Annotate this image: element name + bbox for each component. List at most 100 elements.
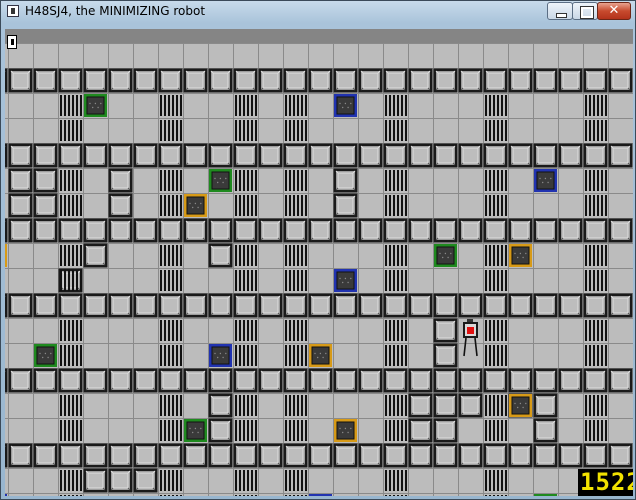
wall-block [8,218,33,243]
title-bar[interactable]: H48SJ4, the MINIMIZING robot ✕ [1,1,635,23]
target-blue [309,494,332,496]
wall-block [508,218,533,243]
target-blue [209,344,232,367]
wall-block [583,218,608,243]
game-viewport[interactable]: 1522 [5,29,633,496]
wall-block [458,218,483,243]
wall-block [183,443,208,468]
target-green [534,494,557,496]
target-blue [5,494,7,496]
wall-block [158,368,183,393]
wall-block [133,218,158,243]
wall-block [283,368,308,393]
wall-block [133,368,158,393]
wall-block [358,368,383,393]
target-blue [534,169,557,192]
wall-block [258,443,283,468]
wall-block [5,443,8,468]
wall-block [583,293,608,318]
wall-block [483,368,508,393]
wall-block [358,293,383,318]
wall-block [208,68,233,93]
wall-block [608,443,633,468]
wall-block [33,143,58,168]
wall-block [33,218,58,243]
wall-block [208,143,233,168]
wall-block [433,143,458,168]
wall-block [58,368,83,393]
wall-block [408,218,433,243]
wall-block [483,68,508,93]
wall-block [508,293,533,318]
wall-block [583,143,608,168]
target-orange [184,194,207,217]
wall-block [533,143,558,168]
wall-block [5,293,8,318]
wall-block [233,143,258,168]
wall-block [208,293,233,318]
wall-block [83,443,108,468]
wall-block [408,68,433,93]
crate-block [433,343,458,368]
wall-block [433,368,458,393]
wall-block [283,218,308,243]
wall-block [383,368,408,393]
wall-block [333,68,358,93]
wall-block [458,143,483,168]
wall-block [5,368,8,393]
game-board[interactable] [5,43,633,496]
close-button[interactable]: ✕ [597,2,631,20]
wall-block [283,68,308,93]
wall-block [308,143,333,168]
wall-block [333,218,358,243]
wall-block [58,293,83,318]
wall-block [8,143,33,168]
minimize-button[interactable] [547,2,573,20]
wall-block [33,443,58,468]
maximize-button[interactable] [572,2,598,20]
crate-block [208,418,233,443]
wall-block [583,443,608,468]
target-green [209,169,232,192]
wall-block [558,68,583,93]
wall-block [108,68,133,93]
wall-block [458,368,483,393]
wall-block [233,443,258,468]
wall-block [108,218,133,243]
wall-block [433,293,458,318]
wall-block [8,293,33,318]
wall-block [83,368,108,393]
wall-block [33,368,58,393]
crate-block [208,393,233,418]
wall-block [258,293,283,318]
wall-block [158,68,183,93]
wall-block [533,443,558,468]
wall-block [483,293,508,318]
wall-block [108,293,133,318]
crate-block [533,418,558,443]
wall-block [533,218,558,243]
close-icon: ✕ [608,3,620,18]
wall-block [358,443,383,468]
wall-block [608,368,633,393]
target-green [184,419,207,442]
wall-block [608,293,633,318]
wall-block [458,68,483,93]
wall-block [83,68,108,93]
wall-block [258,68,283,93]
wall-block [433,443,458,468]
wall-block [33,68,58,93]
wall-block [533,68,558,93]
wall-block [558,368,583,393]
wall-block [258,143,283,168]
wall-block [608,143,633,168]
target-green [34,344,57,367]
wall-block [383,293,408,318]
wall-block [258,218,283,243]
wall-block [483,218,508,243]
wall-block [508,143,533,168]
wall-block [158,218,183,243]
crate-block [433,393,458,418]
wall-block [183,368,208,393]
target-orange [509,394,532,417]
